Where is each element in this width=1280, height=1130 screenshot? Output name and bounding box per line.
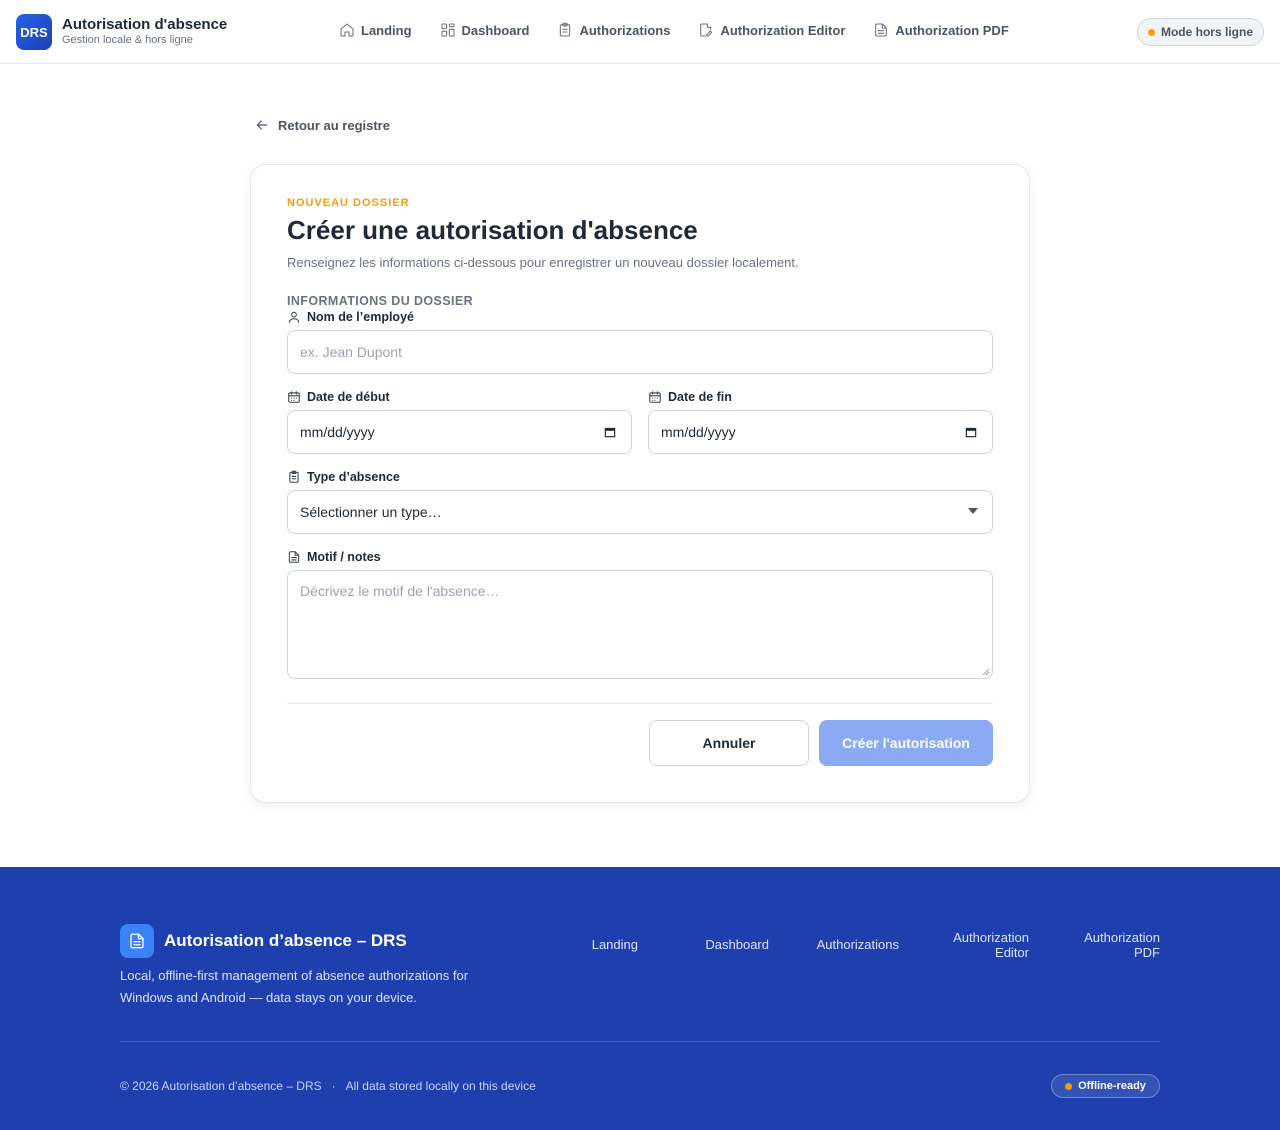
- clipboard-icon: [289, 470, 299, 483]
- end-date-label-text: Date de fin: [668, 390, 732, 404]
- create-authorization-button[interactable]: Créer l'autorisation: [819, 720, 993, 766]
- edit-document-icon: [700, 23, 713, 37]
- document-icon: [875, 23, 888, 37]
- notes-placeholder: Décrivez le motif de l'absence…: [300, 583, 500, 599]
- end-date-input[interactable]: mm/dd/yyyy: [648, 410, 993, 454]
- user-icon: [288, 311, 300, 323]
- footer: Autorisation d’absence – DRS Local, offl…: [0, 867, 1280, 1130]
- form-divider: [287, 703, 993, 704]
- footer-title: Autorisation d’absence – DRS: [164, 931, 407, 950]
- calendar-picker-icon[interactable]: [964, 425, 978, 439]
- offline-mode-badge[interactable]: Mode hors ligne: [1136, 18, 1264, 46]
- offline-ready-label: Offline-ready: [1078, 1080, 1146, 1092]
- notes-label-text: Motif / notes: [307, 550, 381, 564]
- end-date-label: Date de fin: [648, 390, 732, 404]
- create-authorization-card: NOUVEAU DOSSIER Créer une autorisation d…: [250, 164, 1030, 803]
- footer-description: Local, offline-first management of absen…: [120, 968, 469, 1005]
- employee-label: Nom de l’employé: [287, 310, 414, 324]
- notes-label: Motif / notes: [287, 550, 381, 564]
- calendar-picker-icon[interactable]: [603, 425, 617, 439]
- footer-link-landing[interactable]: Landing: [592, 937, 638, 952]
- copyright-text: © 2026 Autorisation d’absence – DRS: [120, 1079, 322, 1093]
- employee-label-text: Nom de l’employé: [307, 310, 414, 324]
- storage-note: All data stored locally on this device: [345, 1079, 536, 1093]
- top-header: DRS Autorisation d'absence Gestion local…: [0, 0, 1280, 64]
- start-date-value: mm/dd/yyyy: [300, 424, 375, 440]
- nav-label: Authorizations: [579, 22, 671, 38]
- eyebrow: NOUVEAU DOSSIER: [287, 197, 410, 209]
- main-nav: Landing Dashboard Authorizations Authori…: [325, 18, 1023, 42]
- dashboard-icon: [441, 23, 455, 37]
- footer-divider: [120, 1041, 1160, 1042]
- app-title: Autorisation d'absence: [62, 16, 228, 33]
- offline-mode-label: Mode hors ligne: [1160, 25, 1253, 39]
- start-date-label: Date de début: [287, 390, 390, 404]
- notes-textarea[interactable]: Décrivez le motif de l'absence…: [287, 570, 993, 679]
- absence-type-label: Type d’absence: [287, 470, 400, 484]
- status-dot: [1065, 1082, 1073, 1090]
- absence-type-value: Sélectionner un type…: [300, 504, 442, 520]
- nav-item-authorization-editor[interactable]: Authorization Editor: [684, 18, 859, 42]
- nav-label: Landing: [361, 22, 412, 38]
- app-subtitle: Gestion locale & hors ligne: [62, 34, 193, 46]
- nav-item-dashboard[interactable]: Dashboard: [426, 18, 544, 42]
- absence-type-label-text: Type d’absence: [307, 470, 400, 484]
- end-date-value: mm/dd/yyyy: [661, 424, 736, 440]
- calendar-icon: [649, 391, 661, 403]
- document-icon: [288, 551, 300, 563]
- nav-item-authorization-pdf[interactable]: Authorization PDF: [859, 18, 1022, 42]
- footer-link-authorizations[interactable]: Authorizations: [817, 937, 899, 952]
- start-date-input[interactable]: mm/dd/yyyy: [287, 410, 632, 454]
- back-link-label: Retour au registre: [278, 117, 390, 133]
- footer-link-authorization-pdf[interactable]: Authorization PDF: [1084, 930, 1160, 960]
- nav-label: Authorization Editor: [720, 22, 846, 38]
- calendar-icon: [288, 391, 300, 403]
- start-date-label-text: Date de début: [307, 390, 390, 404]
- nav-label: Authorization PDF: [895, 22, 1009, 38]
- chevron-down-icon: [968, 508, 978, 514]
- offline-ready-badge: Offline-ready: [1051, 1074, 1160, 1098]
- back-to-registry-link[interactable]: Retour au registre: [254, 117, 390, 133]
- home-icon: [340, 23, 354, 37]
- arrow-left-icon: [256, 120, 268, 130]
- clipboard-icon: [560, 22, 571, 37]
- nav-label: Dashboard: [461, 22, 530, 38]
- nav-item-authorizations[interactable]: Authorizations: [543, 18, 684, 42]
- separator: ·: [331, 1079, 336, 1093]
- cancel-button[interactable]: Annuler: [649, 720, 809, 766]
- page-title: Créer une autorisation d'absence: [287, 215, 698, 245]
- footer-link-authorization-editor[interactable]: Authorization Editor: [953, 930, 1029, 960]
- footer-logo: [120, 924, 154, 958]
- status-dot: [1147, 28, 1155, 36]
- employee-placeholder: ex. Jean Dupont: [300, 344, 402, 360]
- app-logo[interactable]: DRS: [16, 14, 52, 50]
- resize-handle-icon[interactable]: [982, 668, 990, 676]
- employee-name-input[interactable]: ex. Jean Dupont: [287, 330, 993, 374]
- footer-copyright-row: © 2026 Autorisation d’absence – DRS · Al…: [120, 1079, 536, 1093]
- page-description: Renseignez les informations ci-dessous p…: [287, 255, 799, 270]
- absence-type-select[interactable]: Sélectionner un type…: [287, 490, 993, 534]
- document-icon: [130, 933, 144, 949]
- nav-item-landing[interactable]: Landing: [325, 18, 426, 42]
- footer-link-dashboard[interactable]: Dashboard: [705, 937, 769, 952]
- section-title: INFORMATIONS DU DOSSIER: [287, 294, 474, 308]
